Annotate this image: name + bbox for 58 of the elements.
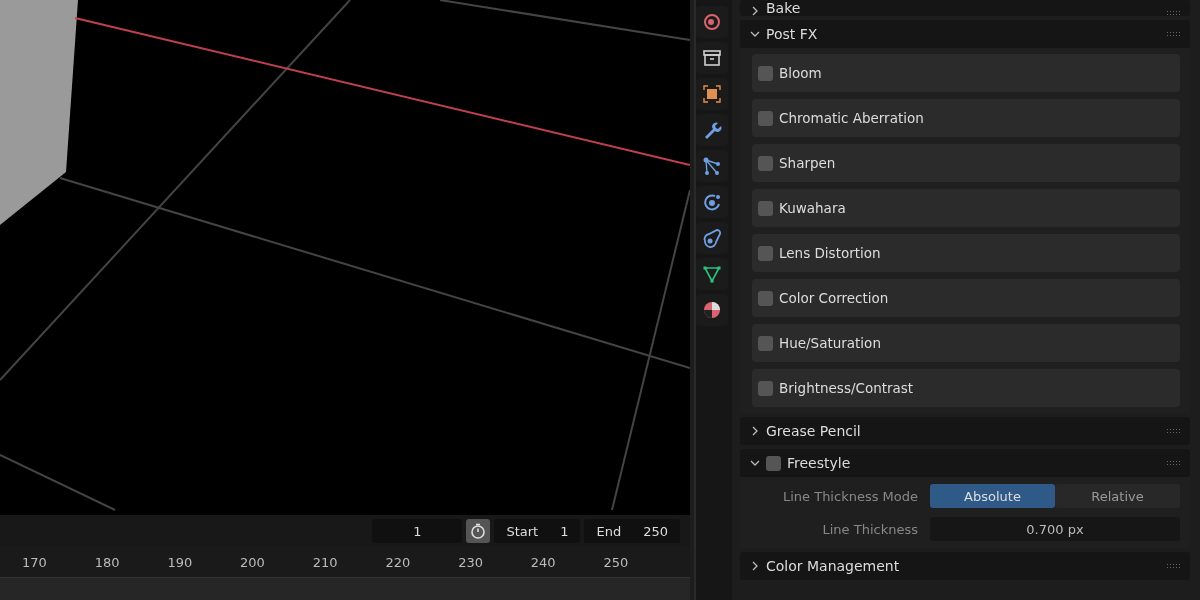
checkbox[interactable]	[758, 290, 773, 306]
effect-label: Color Correction	[779, 290, 889, 306]
effect-row[interactable]: Bloom	[752, 54, 1180, 92]
frame-number: 190	[167, 554, 194, 570]
square-icon[interactable]	[696, 78, 728, 110]
nodes-icon[interactable]	[696, 150, 728, 182]
checkbox[interactable]	[766, 455, 781, 471]
mode-option[interactable]: Relative	[1055, 484, 1180, 508]
panel-header[interactable]: Bake	[740, 0, 1190, 16]
chevron-right-icon	[750, 426, 760, 436]
field-label: Line Thickness	[821, 521, 918, 537]
effect-row[interactable]: Color Correction	[752, 279, 1180, 317]
start-frame-field[interactable]: Start 1	[494, 519, 581, 543]
checkbox[interactable]	[758, 110, 773, 126]
panel-header[interactable]: Grease Pencil	[740, 417, 1190, 445]
panel-header[interactable]: Color Management	[740, 552, 1190, 580]
frame-number: 230	[458, 554, 484, 570]
checkbox[interactable]	[758, 335, 773, 351]
field-label: Line Thickness Mode	[781, 488, 918, 504]
effect-row[interactable]: Lens Distortion	[752, 234, 1180, 272]
box-icon[interactable]	[696, 42, 728, 74]
checkbox[interactable]	[758, 65, 773, 81]
number-field[interactable]: 0.700 px	[930, 517, 1180, 541]
end-frame-field[interactable]: End 250	[584, 519, 680, 543]
checkbox[interactable]	[758, 380, 773, 396]
mode-option[interactable]: Absolute	[930, 484, 1055, 508]
effect-label: Bloom	[779, 65, 822, 81]
effect-label: Sharpen	[779, 155, 836, 171]
frame-number: 250	[603, 554, 630, 570]
effect-row[interactable]: Kuwahara	[752, 189, 1180, 227]
wrench-icon[interactable]	[696, 114, 728, 146]
frame-number: 180	[94, 554, 121, 570]
effect-label: Brightness/Contrast	[779, 380, 914, 396]
frame-number: 220	[385, 554, 412, 570]
chevron-down-icon	[750, 458, 760, 468]
effect-row[interactable]: Sharpen	[752, 144, 1180, 182]
effect-label: Kuwahara	[779, 200, 846, 216]
effect-label: Lens Distortion	[779, 245, 881, 261]
stopwatch-icon[interactable]	[466, 519, 491, 543]
effect-label: Chromatic Aberration	[779, 110, 924, 126]
effect-row[interactable]: Chromatic Aberration	[752, 99, 1180, 137]
checkbox[interactable]	[758, 155, 773, 171]
current-frame-field[interactable]: 1	[372, 519, 463, 543]
effect-row[interactable]: Brightness/Contrast	[752, 369, 1180, 407]
panel-header[interactable]: Freestyle	[740, 449, 1190, 477]
chevron-right-icon	[750, 561, 760, 571]
effect-label: Hue/Saturation	[779, 335, 881, 351]
frame-number: 200	[240, 554, 266, 570]
frame-number: 170	[22, 554, 48, 570]
orbit-icon[interactable]	[696, 186, 728, 218]
frame-number: 210	[312, 554, 339, 570]
chevron-right-icon	[750, 6, 760, 16]
panel-header[interactable]: Post FX	[740, 20, 1190, 48]
frame-number: 240	[530, 554, 557, 570]
effect-row[interactable]: Hue/Saturation	[752, 324, 1180, 362]
chevron-down-icon	[750, 29, 760, 39]
checkbox[interactable]	[758, 245, 773, 261]
checkbox[interactable]	[758, 200, 773, 216]
